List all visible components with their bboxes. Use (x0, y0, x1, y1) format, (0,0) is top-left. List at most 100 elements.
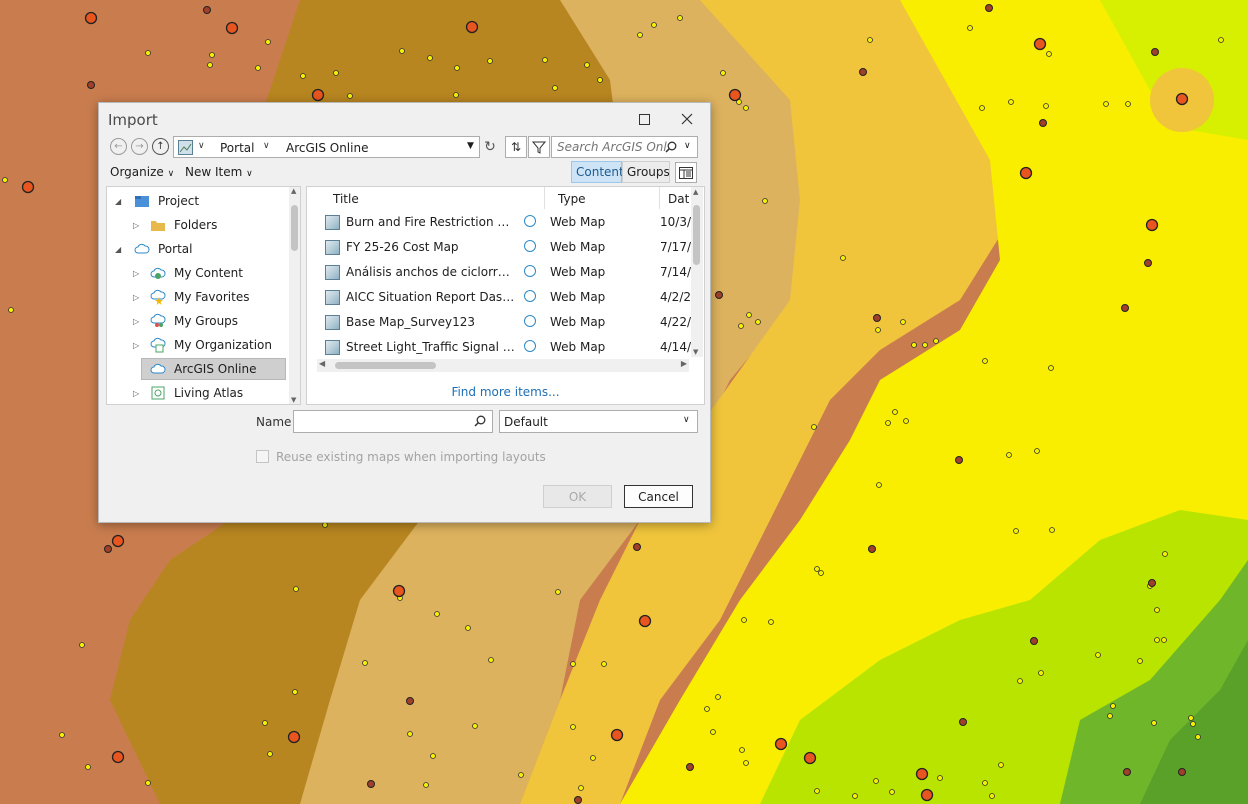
details-pane-button[interactable] (675, 162, 697, 183)
chevron-down-icon[interactable]: ∨ (684, 141, 691, 151)
table-row[interactable]: Base Map_Survey123 Web Map 4/22/ (307, 310, 691, 335)
tree-item-living-atlas[interactable]: ▷ Living Atlas (107, 382, 285, 404)
up-button[interactable]: ↑ (152, 138, 169, 155)
tree-item-my-organization[interactable]: ▷ My Organization (107, 334, 285, 356)
scrollbar-thumb[interactable] (335, 362, 436, 369)
map-point (578, 785, 584, 791)
map-point (287, 730, 301, 744)
table-row[interactable]: Street Light_Traffic Signal Conflicts We… (307, 335, 691, 360)
maximize-button[interactable] (633, 109, 655, 129)
map-point (472, 723, 478, 729)
map-point (300, 73, 306, 79)
search-icon[interactable] (665, 141, 677, 153)
map-point (814, 788, 820, 794)
map-point (465, 625, 471, 631)
forward-button[interactable]: → (131, 138, 148, 155)
table-row[interactable]: Análisis anchos de ciclorruta Web Map 7/… (307, 260, 691, 285)
map-point (985, 4, 993, 12)
table-row[interactable]: FY 25-26 Cost Map Web Map 7/17/ (307, 235, 691, 260)
map-point (1043, 103, 1049, 109)
tree-scrollbar[interactable]: ▲ ▼ (289, 187, 300, 404)
name-label: Name (256, 415, 292, 429)
map-point (85, 764, 91, 770)
search-input[interactable] (555, 139, 669, 155)
map-point (868, 545, 876, 553)
map-point (203, 6, 211, 14)
tab-content[interactable]: Content (571, 161, 624, 183)
new-item-menu[interactable]: New Item ∨ (185, 165, 253, 179)
web-map-icon (325, 290, 340, 305)
tree-item-arcgis-online[interactable]: ArcGIS Online (141, 358, 286, 380)
content-vertical-scrollbar[interactable]: ▲ ▼ (691, 187, 703, 357)
map-point (597, 77, 603, 83)
map-point (1148, 579, 1156, 587)
close-button[interactable] (676, 109, 698, 129)
column-header-type[interactable]: Type (558, 192, 586, 206)
table-row[interactable]: Burn and Fire Restriction Map Web Map 10… (307, 210, 691, 235)
tab-groups[interactable]: Groups (622, 161, 670, 183)
tree-item-my-content[interactable]: ▷ My Content (107, 262, 285, 284)
map-point (209, 52, 215, 58)
sort-button[interactable]: ⇅ (505, 136, 527, 158)
arrow-right-icon: → (135, 141, 144, 152)
scroll-left-icon: ◀ (319, 359, 326, 368)
map-point (1151, 48, 1159, 56)
content-list[interactable]: Title Type Dat Burn and Fire Restriction… (306, 186, 705, 405)
tree-item-my-favorites[interactable]: ▷ My Favorites (107, 286, 285, 308)
map-point (267, 751, 273, 757)
chevron-down-icon[interactable]: ∨ (198, 141, 205, 151)
map-point (1033, 37, 1047, 51)
chevron-down-icon: ∨ (683, 415, 690, 425)
map-point (265, 39, 271, 45)
map-point (1095, 652, 1101, 658)
tree-item-folders[interactable]: ▷ Folders (107, 214, 285, 236)
location-path[interactable]: ∨ Portal ∨ ArcGIS Online ▼ (173, 136, 480, 158)
map-point (755, 319, 761, 325)
chevron-down-icon[interactable]: ∨ (263, 141, 270, 151)
map-point (889, 789, 895, 795)
map-point (1218, 37, 1224, 43)
map-point (542, 57, 548, 63)
filter-select[interactable]: Default ∨ (499, 410, 698, 433)
scroll-right-icon: ▶ (680, 359, 687, 368)
refresh-icon: ↻ (484, 139, 496, 155)
navigation-tree[interactable]: ◢ Project ▷ Folders ◢ Portal ▷ My Conten… (106, 186, 301, 405)
map-point (852, 793, 858, 799)
search-box[interactable]: ∨ (551, 136, 698, 158)
name-field[interactable] (293, 410, 493, 433)
map-point (873, 778, 879, 784)
map-point (746, 312, 752, 318)
map-point (407, 731, 413, 737)
breadcrumb-portal[interactable]: Portal (220, 141, 254, 155)
map-point (601, 661, 607, 667)
back-button[interactable]: ← (110, 138, 127, 155)
content-horizontal-scrollbar[interactable]: ◀ ▶ (317, 359, 689, 372)
filter-button[interactable] (528, 136, 550, 158)
expand-icon: ▷ (133, 316, 140, 326)
map-point (873, 314, 881, 322)
dropdown-arrow-icon[interactable]: ▼ (467, 141, 474, 151)
scrollbar-thumb[interactable] (693, 205, 700, 265)
map-point (715, 694, 721, 700)
tree-item-my-groups[interactable]: ▷ My Groups (107, 310, 285, 332)
breadcrumb-arcgis-online[interactable]: ArcGIS Online (286, 141, 368, 155)
map-point (638, 614, 652, 628)
cancel-button[interactable]: Cancel (624, 485, 693, 508)
search-icon[interactable] (474, 415, 486, 427)
map-point (367, 780, 375, 788)
find-more-items-link[interactable]: Find more items... (307, 385, 704, 399)
map-point (1038, 670, 1044, 676)
column-header-date[interactable]: Dat (668, 192, 689, 206)
column-header-title[interactable]: Title (333, 192, 359, 206)
ok-button[interactable]: OK (543, 485, 612, 508)
scrollbar-thumb[interactable] (291, 205, 298, 251)
tree-item-project[interactable]: ◢ Project (107, 190, 285, 212)
reuse-maps-checkbox[interactable] (256, 450, 269, 463)
map-point (859, 68, 867, 76)
refresh-button[interactable]: ↻ (479, 136, 501, 158)
map-point (715, 291, 723, 299)
web-map-icon (325, 265, 340, 280)
tree-item-portal[interactable]: ◢ Portal (107, 238, 285, 260)
table-row[interactable]: AICC Situation Report Dashboard Web Map … (307, 285, 691, 310)
organize-menu[interactable]: Organize ∨ (110, 165, 174, 179)
